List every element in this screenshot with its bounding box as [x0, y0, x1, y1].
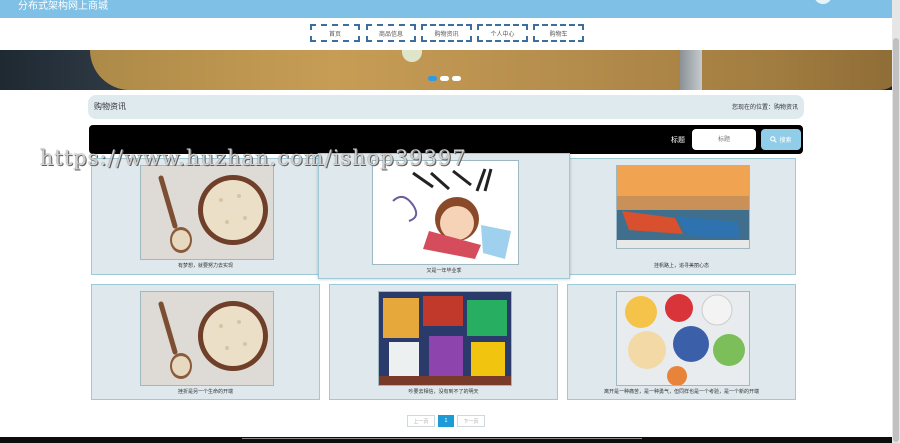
news-card[interactable]: 挂帆路上，追寻美丽心态	[567, 158, 796, 275]
footer-divider	[242, 438, 642, 439]
footer	[0, 437, 892, 443]
search-icon	[770, 136, 778, 143]
search-label: 标题	[671, 136, 685, 144]
carousel-indicators	[428, 76, 461, 81]
site-title: 分布式架构网上商城	[18, 1, 108, 12]
news-card-caption: 又是一年毕业季	[426, 268, 462, 274]
page-title: 购物资讯	[94, 102, 126, 111]
nav-news-button[interactable]: 购物资讯	[421, 24, 472, 42]
banner-bread-image	[90, 50, 892, 90]
search-bar: 标题 搜索	[89, 125, 803, 154]
scrollbar-thumb[interactable]	[893, 38, 899, 442]
pagination: 上一页 1 下一页	[407, 415, 485, 427]
banner-carousel[interactable]	[0, 50, 892, 90]
news-card-caption: 离开是一种痛苦，是一种勇气，但同样也是一个考验，是一个新的开端	[603, 389, 759, 395]
news-card-image	[140, 165, 274, 260]
search-button[interactable]: 搜索	[761, 129, 801, 150]
user-avatar-icon[interactable]	[814, 0, 832, 4]
page-scrollbar[interactable]	[892, 0, 900, 443]
section-header: 购物资讯 您现在的位置：购物资讯	[88, 95, 804, 119]
next-page-button[interactable]: 下一页	[457, 415, 485, 427]
news-card-caption: 挂帆路上，追寻美丽心态	[653, 263, 709, 269]
nav-home-button[interactable]: 首页	[310, 24, 360, 42]
prev-page-button[interactable]: 上一页	[407, 415, 435, 427]
nav-user-center-button[interactable]: 个人中心	[477, 24, 528, 42]
news-card-image	[616, 165, 750, 249]
header-bar: 分布式架构网上商城	[0, 0, 892, 18]
news-card-caption: 挫折是另一个生命的开端	[177, 389, 233, 395]
news-card[interactable]: 又是一年毕业季	[318, 153, 570, 279]
news-card[interactable]: 离开是一种痛苦，是一种勇气，但同样也是一个考验，是一个新的开端	[567, 284, 796, 400]
carousel-dot-1[interactable]	[428, 76, 437, 81]
main-nav: 首页 商品信息 购物资讯 个人中心 购物车	[0, 18, 892, 50]
search-button-label: 搜索	[779, 137, 792, 144]
breadcrumb: 您现在的位置：购物资讯	[731, 104, 798, 111]
news-card-image	[378, 291, 512, 386]
news-card-image	[372, 160, 519, 265]
carousel-dot-2[interactable]	[440, 76, 449, 81]
news-card-caption: 有梦想，就要努力去实现	[177, 263, 233, 269]
news-card[interactable]: 有梦想，就要努力去实现	[91, 158, 320, 275]
carousel-dot-3[interactable]	[452, 76, 461, 81]
news-card-image	[140, 291, 274, 386]
news-card[interactable]: 挫折是另一个生命的开端	[91, 284, 320, 400]
news-card-image	[616, 291, 750, 386]
search-input[interactable]	[692, 129, 756, 150]
banner-knife	[680, 50, 702, 90]
news-card-caption: 吵要去相信，没有到不了的明天	[408, 389, 479, 395]
news-card[interactable]: 吵要去相信，没有到不了的明天	[329, 284, 558, 400]
nav-cart-button[interactable]: 购物车	[533, 24, 584, 42]
nav-products-button[interactable]: 商品信息	[366, 24, 416, 42]
page-1-button[interactable]: 1	[438, 415, 454, 427]
